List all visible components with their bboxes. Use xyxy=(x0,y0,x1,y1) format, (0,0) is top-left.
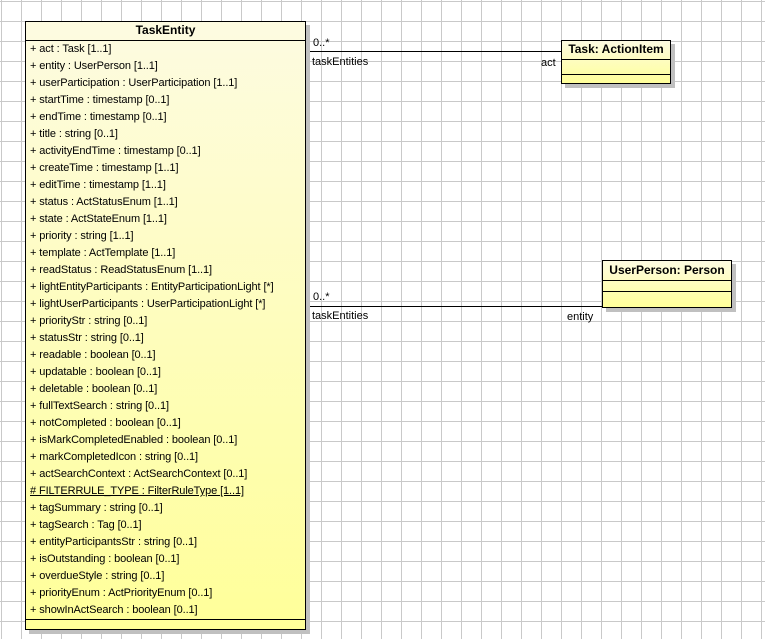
class-title: Task: ActionItem xyxy=(562,41,670,60)
attribute-row: + overdueStyle : string [0..1] xyxy=(26,568,305,585)
attribute-row: + updatable : boolean [0..1] xyxy=(26,364,305,381)
attribute-row: + createTime : timestamp [1..1] xyxy=(26,160,305,177)
class-title: TaskEntity xyxy=(26,22,305,41)
attribute-row: + status : ActStatusEnum [1..1] xyxy=(26,194,305,211)
attribute-row: + title : string [0..1] xyxy=(26,126,305,143)
attributes-compartment xyxy=(603,281,731,291)
class-box-task-actionitem[interactable]: Task: ActionItem xyxy=(561,40,671,84)
attribute-row: + fullTextSearch : string [0..1] xyxy=(26,398,305,415)
attribute-row: # FILTERRULE_TYPE : FilterRuleType [1..1… xyxy=(26,483,305,500)
attribute-row: + activityEndTime : timestamp [0..1] xyxy=(26,143,305,160)
attribute-row: + readStatus : ReadStatusEnum [1..1] xyxy=(26,262,305,279)
source-role-label[interactable]: taskEntities xyxy=(312,56,368,69)
attribute-row: + state : ActStateEnum [1..1] xyxy=(26,211,305,228)
attribute-row: + isOutstanding : boolean [0..1] xyxy=(26,551,305,568)
attribute-row: + priorityStr : string [0..1] xyxy=(26,313,305,330)
attribute-row: + userParticipation : UserParticipation … xyxy=(26,75,305,92)
operations-compartment xyxy=(603,291,731,307)
attribute-row: + statusStr : string [0..1] xyxy=(26,330,305,347)
attribute-row: + priorityEnum : ActPriorityEnum [0..1] xyxy=(26,585,305,602)
target-role-label[interactable]: act xyxy=(541,57,556,70)
attribute-row: + actSearchContext : ActSearchContext [0… xyxy=(26,466,305,483)
source-role-label[interactable]: taskEntities xyxy=(312,310,368,323)
attribute-row: + notCompleted : boolean [0..1] xyxy=(26,415,305,432)
class-box-userperson-person[interactable]: UserPerson: Person xyxy=(602,260,732,308)
attribute-row: + lightEntityParticipants : EntityPartic… xyxy=(26,279,305,296)
attribute-row: + readable : boolean [0..1] xyxy=(26,347,305,364)
diagram-canvas[interactable]: 0..* taskEntities act 0..* taskEntities … xyxy=(0,0,765,639)
attribute-row: + isMarkCompletedEnabled : boolean [0..1… xyxy=(26,432,305,449)
class-box-taskentity[interactable]: TaskEntity + act : Task [1..1]+ entity :… xyxy=(25,21,306,630)
attribute-row: + endTime : timestamp [0..1] xyxy=(26,109,305,126)
attribute-row: + tagSummary : string [0..1] xyxy=(26,500,305,517)
attribute-row: + priority : string [1..1] xyxy=(26,228,305,245)
attribute-row: + template : ActTemplate [1..1] xyxy=(26,245,305,262)
target-role-label[interactable]: entity xyxy=(567,311,593,324)
multiplicity-label[interactable]: 0..* xyxy=(313,291,330,304)
attribute-row: + act : Task [1..1] xyxy=(26,41,305,58)
attribute-row: + editTime : timestamp [1..1] xyxy=(26,177,305,194)
attribute-row: + deletable : boolean [0..1] xyxy=(26,381,305,398)
operations-compartment xyxy=(26,619,305,629)
attribute-row: + markCompletedIcon : string [0..1] xyxy=(26,449,305,466)
attribute-row: + tagSearch : Tag [0..1] xyxy=(26,517,305,534)
attributes-compartment: + act : Task [1..1]+ entity : UserPerson… xyxy=(26,41,305,619)
multiplicity-label[interactable]: 0..* xyxy=(313,37,330,50)
class-title: UserPerson: Person xyxy=(603,261,731,281)
attribute-row: + showInActSearch : boolean [0..1] xyxy=(26,602,305,619)
attribute-row: + entity : UserPerson [1..1] xyxy=(26,58,305,75)
attribute-row: + entityParticipantsStr : string [0..1] xyxy=(26,534,305,551)
attributes-compartment xyxy=(562,60,670,74)
attribute-row: + startTime : timestamp [0..1] xyxy=(26,92,305,109)
operations-compartment xyxy=(562,74,670,83)
attribute-row: + lightUserParticipants : UserParticipat… xyxy=(26,296,305,313)
